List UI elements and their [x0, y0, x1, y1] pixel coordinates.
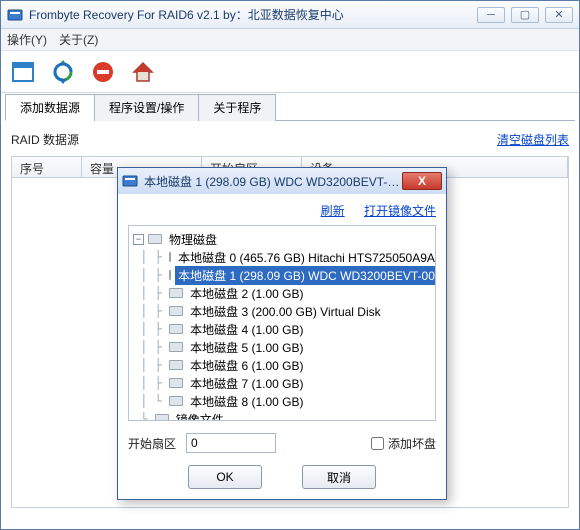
disk-icon	[169, 360, 183, 370]
tool-new-button[interactable]	[7, 56, 39, 88]
tree-line: │ ├	[133, 286, 169, 300]
disk-icon	[169, 288, 183, 298]
disk-item[interactable]: │ └ 本地磁盘 8 (1.00 GB)	[133, 392, 431, 410]
disk-label: 本地磁盘 8 (1.00 GB)	[187, 392, 306, 411]
refresh-icon	[51, 60, 75, 84]
menu-operate[interactable]: 操作(Y)	[7, 31, 47, 48]
dialog-close-button[interactable]: X	[402, 172, 442, 190]
menubar: 操作(Y) 关于(Z)	[1, 29, 579, 51]
disk-group-icon	[148, 234, 162, 244]
tree-line: │ ├	[133, 250, 169, 264]
disk-icon	[169, 342, 183, 352]
window-controls: ─ ▢ ✕	[477, 7, 573, 23]
window-icon	[11, 60, 35, 84]
tab-add-source[interactable]: 添加数据源	[5, 94, 95, 121]
disk-label: 本地磁盘 7 (1.00 GB)	[187, 374, 306, 393]
disk-tree[interactable]: − 物理磁盘 │ ├ 本地磁盘 0 (465.76 GB) Hitachi HT…	[128, 225, 436, 421]
tab-settings[interactable]: 程序设置/操作	[94, 94, 199, 121]
disk-item[interactable]: │ ├ 本地磁盘 4 (1.00 GB)	[133, 320, 431, 338]
disk-item[interactable]: │ ├ 本地磁盘 2 (1.00 GB)	[133, 284, 431, 302]
disk-icon	[169, 378, 183, 388]
close-button[interactable]: ✕	[545, 7, 573, 23]
toolbar	[1, 51, 579, 93]
menu-about[interactable]: 关于(Z)	[59, 31, 98, 48]
raid-source-label: RAID 数据源	[11, 133, 79, 147]
add-bad-disk-label: 添加坏盘	[388, 435, 436, 452]
dialog-icon	[122, 173, 138, 189]
disk-label: 本地磁盘 3 (200.00 GB) Virtual Disk	[187, 302, 384, 321]
disk-icon	[169, 270, 171, 280]
disk-select-dialog: 本地磁盘 1 (298.09 GB) WDC WD3200BEVT-00A23.…	[117, 167, 447, 500]
disk-icon	[169, 306, 183, 316]
disk-icon	[169, 252, 171, 262]
minimize-button[interactable]: ─	[477, 7, 505, 23]
main-window: Frombyte Recovery For RAID6 v2.1 by：北亚数据…	[0, 0, 580, 530]
tree-line: │ ├	[133, 304, 169, 318]
start-sector-row: 开始扇区 添加坏盘	[128, 433, 436, 453]
tool-home-button[interactable]	[127, 56, 159, 88]
disk-label: 本地磁盘 1 (298.09 GB) WDC WD3200BEVT-00A23T…	[175, 266, 436, 285]
disk-item[interactable]: │ ├ 本地磁盘 1 (298.09 GB) WDC WD3200BEVT-00…	[133, 266, 431, 284]
disk-label: 本地磁盘 2 (1.00 GB)	[187, 284, 306, 303]
col-seq[interactable]: 序号	[12, 157, 82, 177]
app-icon	[7, 7, 23, 23]
disk-icon	[169, 324, 183, 334]
ok-button[interactable]: OK	[188, 465, 262, 489]
add-bad-disk-option[interactable]: 添加坏盘	[371, 435, 436, 452]
tree-root[interactable]: − 物理磁盘	[133, 230, 431, 248]
clear-disk-list-link[interactable]: 清空磁盘列表	[497, 131, 569, 148]
collapse-icon[interactable]: −	[133, 234, 144, 245]
dialog-buttons: OK 取消	[128, 465, 436, 489]
tool-refresh-button[interactable]	[47, 56, 79, 88]
disk-label: 本地磁盘 4 (1.00 GB)	[187, 320, 306, 339]
start-sector-label: 开始扇区	[128, 435, 176, 452]
tree-images[interactable]: └ 镜像文件	[133, 410, 431, 421]
disk-group-icon	[155, 414, 169, 421]
tree-line: │ ├	[133, 376, 169, 390]
dialog-links: 刷新 打开镜像文件	[128, 202, 436, 219]
tree-line: │ ├	[133, 322, 169, 336]
section-label: RAID 数据源 清空磁盘列表	[11, 131, 569, 148]
dialog-title: 本地磁盘 1 (298.09 GB) WDC WD3200BEVT-00A23.…	[142, 173, 402, 190]
tree-images-label: 镜像文件	[173, 410, 227, 422]
titlebar: Frombyte Recovery For RAID6 v2.1 by：北亚数据…	[1, 1, 579, 29]
disk-label: 本地磁盘 6 (1.00 GB)	[187, 356, 306, 375]
tool-stop-button[interactable]	[87, 56, 119, 88]
disk-label: 本地磁盘 5 (1.00 GB)	[187, 338, 306, 357]
tree-line: │ ├	[133, 340, 169, 354]
tree-line: │ ├	[133, 268, 169, 282]
disk-item[interactable]: │ ├ 本地磁盘 0 (465.76 GB) Hitachi HTS725050…	[133, 248, 431, 266]
dialog-body: 刷新 打开镜像文件 − 物理磁盘 │ ├ 本地磁盘 0 (465.76 GB) …	[118, 194, 446, 499]
tree-line: └	[133, 412, 155, 421]
maximize-button[interactable]: ▢	[511, 7, 539, 23]
add-bad-disk-checkbox[interactable]	[371, 437, 384, 450]
open-image-link[interactable]: 打开镜像文件	[364, 204, 436, 218]
disk-item[interactable]: │ ├ 本地磁盘 3 (200.00 GB) Virtual Disk	[133, 302, 431, 320]
disk-label: 本地磁盘 0 (465.76 GB) Hitachi HTS725050A9A3…	[175, 248, 436, 267]
disk-item[interactable]: │ ├ 本地磁盘 6 (1.00 GB)	[133, 356, 431, 374]
dialog-titlebar: 本地磁盘 1 (298.09 GB) WDC WD3200BEVT-00A23.…	[118, 168, 446, 194]
disk-item[interactable]: │ ├ 本地磁盘 7 (1.00 GB)	[133, 374, 431, 392]
disk-icon	[169, 396, 183, 406]
window-title: Frombyte Recovery For RAID6 v2.1 by：北亚数据…	[29, 6, 477, 23]
tree-line: │ └	[133, 394, 169, 408]
start-sector-input[interactable]	[186, 433, 276, 453]
refresh-link[interactable]: 刷新	[321, 204, 345, 218]
tree-line: │ ├	[133, 358, 169, 372]
tab-bar: 添加数据源 程序设置/操作 关于程序	[5, 93, 575, 121]
disk-item[interactable]: │ ├ 本地磁盘 5 (1.00 GB)	[133, 338, 431, 356]
tab-about[interactable]: 关于程序	[198, 94, 276, 121]
home-icon	[131, 60, 155, 84]
cancel-button[interactable]: 取消	[302, 465, 376, 489]
tree-root-label: 物理磁盘	[166, 230, 220, 249]
stop-icon	[91, 60, 115, 84]
